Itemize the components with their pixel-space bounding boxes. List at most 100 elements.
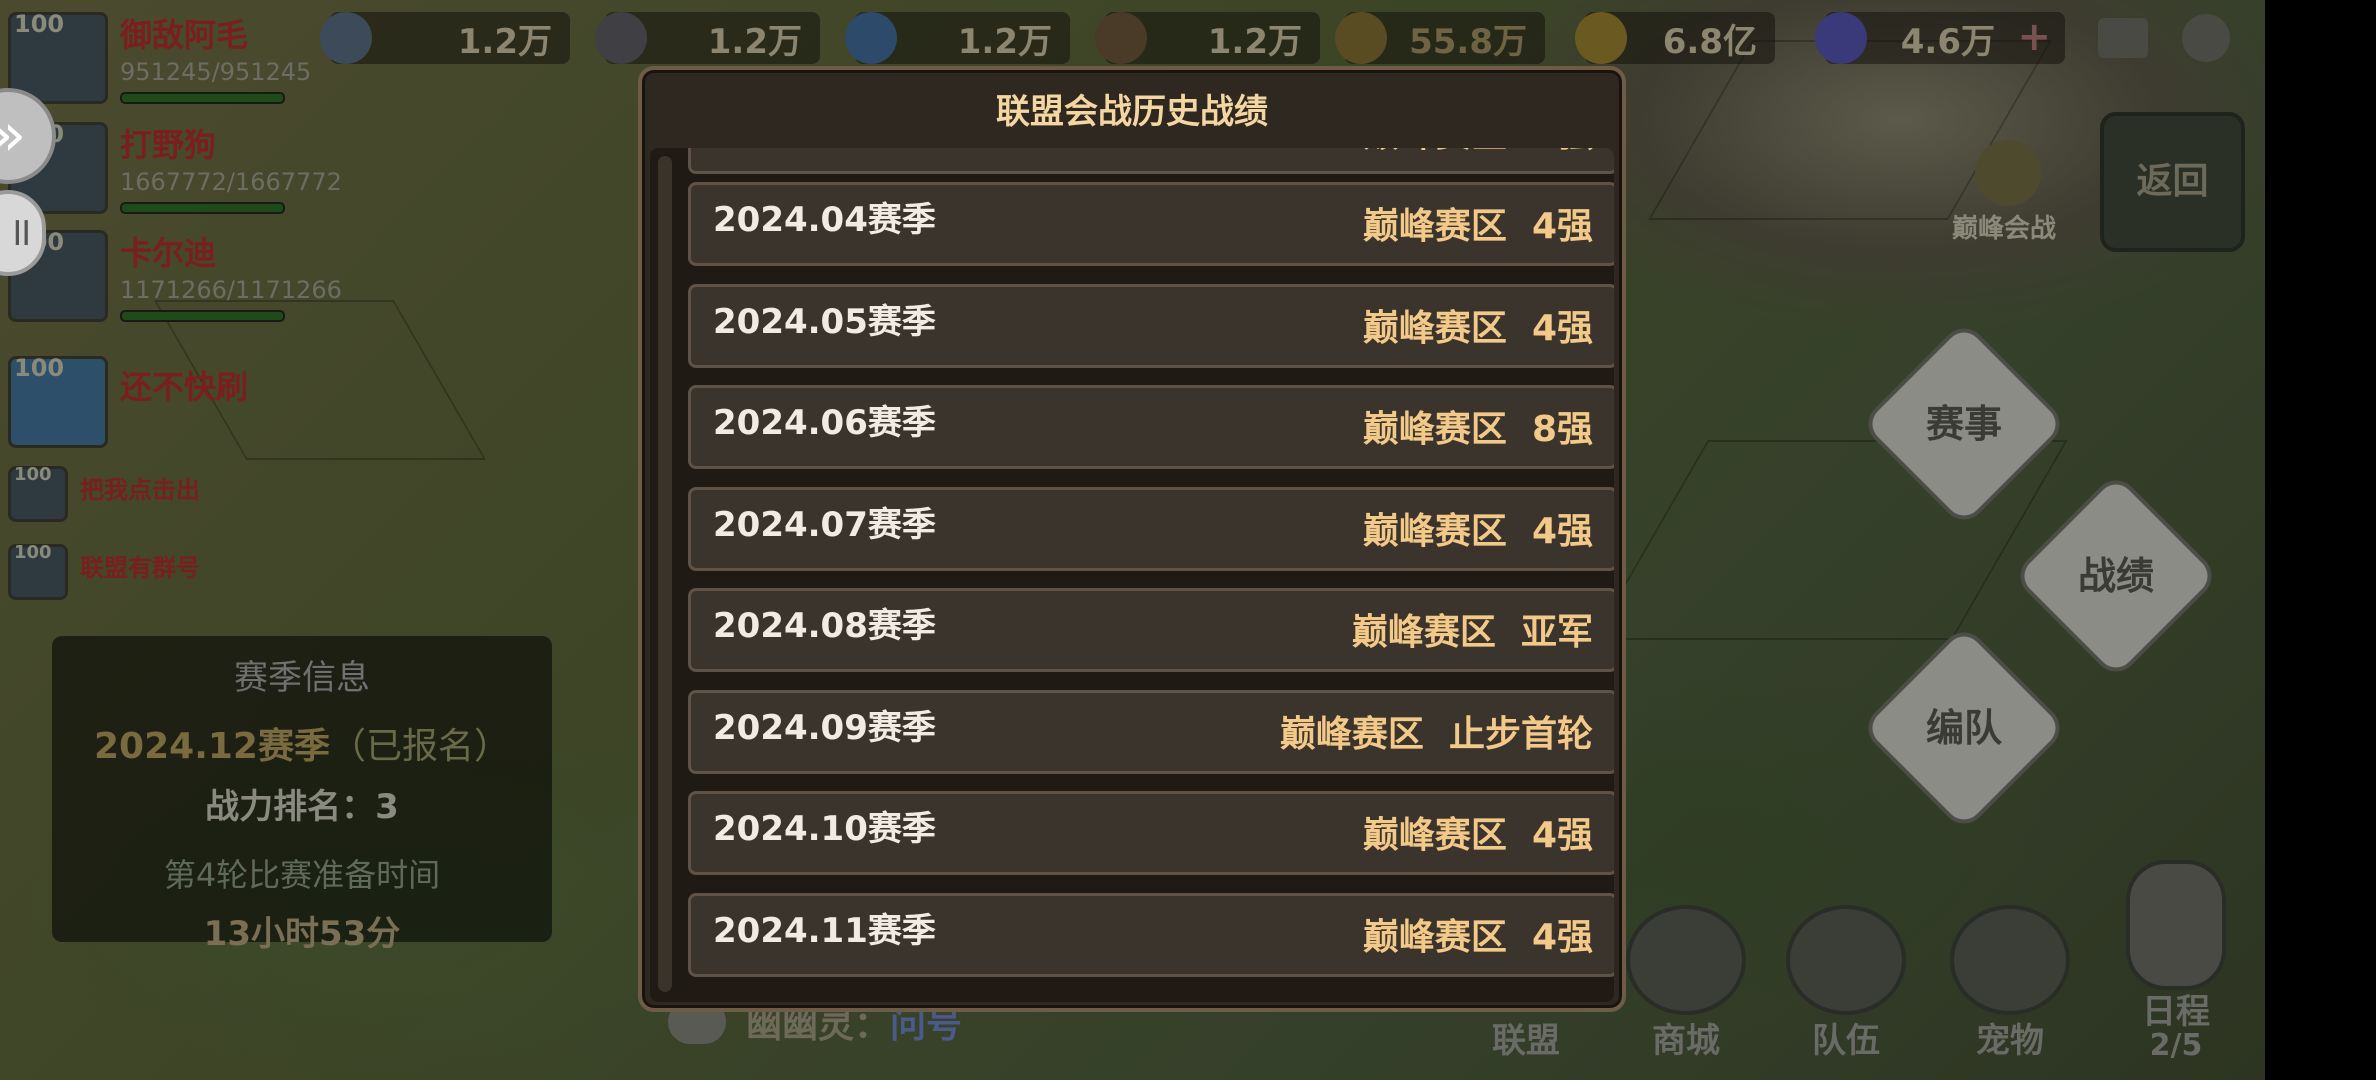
character-icon <box>2126 860 2226 990</box>
season-label: 2024.04赛季 <box>713 200 936 240</box>
resource-value: 55.8万 <box>1409 21 1527 62</box>
placement-label: 8强 <box>1531 409 1593 450</box>
hero-name: 把我点击出 <box>80 476 200 504</box>
hero-slot[interactable]: 100 卡尔迪 1171266/1171266 <box>0 226 342 326</box>
resource-value: 4.6万 <box>1900 21 1995 62</box>
gold-coin-icon <box>1575 12 1627 64</box>
history-list-container[interactable]: 巅峰赛区 4强 2024.04赛季巅峰赛区 4强2024.05赛季巅峰赛区 4强… <box>650 148 1614 1002</box>
hero-name: 联盟有群号 <box>80 554 200 582</box>
nav-pet[interactable]: 宠物 <box>1940 905 2080 1061</box>
result-text: 巅峰赛区 止步首轮 <box>1280 693 1593 777</box>
resource-value: 1.2万 <box>1207 21 1302 62</box>
season-label: 2024.11赛季 <box>713 910 936 951</box>
hero-level: 100 <box>14 10 65 38</box>
resource-crystal[interactable]: 1.2万 <box>845 12 1070 64</box>
nav-label: 日程 <box>2142 992 2210 1032</box>
nav-label: 队伍 <box>1812 1021 1880 1061</box>
add-diamond-icon[interactable]: + <box>2017 14 2051 60</box>
result-text: 巅峰赛区 4强 <box>1363 896 1593 980</box>
division-label: 巅峰赛区 <box>1362 206 1507 247</box>
cart-icon <box>1626 905 1746 1015</box>
nav-shop[interactable]: 商城 <box>1616 905 1756 1061</box>
season-label: 2024.12赛季 <box>94 726 330 767</box>
result-text: 巅峰赛区 4强 <box>1363 287 1593 371</box>
hero-hp: 951245/951245 <box>120 58 312 86</box>
season-label: 2024.05赛季 <box>713 301 936 342</box>
placement-label: 止步首轮 <box>1448 713 1593 755</box>
nav-schedule[interactable]: 日程 2/5 <box>2106 860 2246 1063</box>
schedule-progress: 2/5 <box>2149 1028 2203 1063</box>
season-label: 2024.10赛季 <box>713 809 936 849</box>
screen-edge <box>2265 0 2376 1080</box>
list-item: 2024.05赛季 巅峰赛区 4强 <box>688 283 1614 371</box>
list-item: 2024.07赛季 巅峰赛区 4强 <box>688 486 1614 574</box>
list-item: 巅峰赛区 4强 <box>688 148 1614 174</box>
wood-icon <box>1095 12 1147 64</box>
placement-label: 4强 <box>1531 206 1593 247</box>
peak-battle-label: 巅峰会战 <box>1952 214 2057 244</box>
division-label: 巅峰赛区 <box>1279 713 1424 755</box>
hero-slot[interactable]: 100 联盟有群号 <box>0 540 330 640</box>
formation-button[interactable]: 编队 <box>1864 628 2064 828</box>
hero-slot[interactable]: 100 御敌阿毛 951245/951245 <box>0 8 330 108</box>
result-text: 巅峰赛区 亚军 <box>1352 591 1593 675</box>
hero-slot[interactable]: 100 还不快刷 <box>0 352 330 452</box>
list-item: 2024.06赛季 巅峰赛区 8强 <box>688 385 1614 469</box>
paw-icon <box>1950 905 2070 1015</box>
alliance-battle-history-modal: 联盟会战历史战绩 巅峰赛区 4强 2024.04赛季巅峰赛区 4强2024.05… <box>638 66 1626 1012</box>
hero-hp: 1667772/1667772 <box>120 168 342 196</box>
resource-stone[interactable]: 1.2万 <box>595 12 820 64</box>
mail-icon[interactable] <box>2098 18 2148 58</box>
result-text: 巅峰赛区 4强 <box>1363 185 1593 269</box>
division-label: 巅峰赛区 <box>1362 307 1507 349</box>
resource-gold[interactable]: 6.8亿 <box>1575 12 1775 64</box>
season-label: 2024.09赛季 <box>713 707 936 748</box>
placement-label: 亚军 <box>1520 612 1593 653</box>
season-info-card: 赛季信息 2024.12赛季（已报名） 战力排名：3 第4轮比赛准备时间 13小… <box>52 636 552 954</box>
placement-label: 4强 <box>1531 510 1593 552</box>
scrollbar[interactable] <box>658 156 672 992</box>
division-label: 巅峰赛区 <box>1362 510 1507 552</box>
back-button[interactable]: 返回 <box>2100 112 2245 252</box>
season-label: 2024.06赛季 <box>713 403 936 443</box>
placement-label: 4强 <box>1531 307 1593 349</box>
hero-hp: 1171266/1171266 <box>120 276 342 304</box>
list-item: 2024.09赛季 巅峰赛区 止步首轮 <box>688 689 1614 777</box>
result-text: 巅峰赛区 8强 <box>1363 388 1593 472</box>
signup-status: （已报名） <box>329 726 510 767</box>
settings-icon[interactable] <box>2182 14 2230 62</box>
hero-hp-bar <box>120 202 285 214</box>
round-prep-label: 第4轮比赛准备时间 <box>163 856 441 894</box>
resource-ore[interactable]: 1.2万 <box>320 12 570 64</box>
nav-label: 宠物 <box>1976 1021 2044 1061</box>
power-rank: 战力排名：3 <box>205 787 399 827</box>
resource-value: 6.8亿 <box>1662 21 1757 62</box>
nav-team[interactable]: 队伍 <box>1776 905 1916 1061</box>
helmet-icon <box>1786 905 1906 1015</box>
formation-label: 编队 <box>1925 706 2002 750</box>
resource-wheat[interactable]: 55.8万 <box>1335 12 1545 64</box>
resource-diamond[interactable]: 4.6万 + <box>1815 12 2065 64</box>
placement-label: 4强 <box>1531 916 1593 958</box>
list-item: 2024.08赛季 巅峰赛区 亚军 <box>688 588 1614 672</box>
division-label: 巅峰赛区 <box>1362 916 1507 958</box>
season-name: 2024.12赛季（已报名） <box>52 717 552 769</box>
hero-level: 100 <box>14 542 52 563</box>
division-label: 巅峰赛区 <box>1362 815 1507 856</box>
hero-level: 100 <box>14 354 65 382</box>
season-label: 2024.07赛季 <box>713 504 936 545</box>
hero-name: 打野狗 <box>120 126 217 164</box>
hero-name: 卡尔迪 <box>120 234 217 272</box>
resource-wood[interactable]: 1.2万 <box>1095 12 1320 64</box>
resource-value: 1.2万 <box>957 21 1052 62</box>
result-text: 巅峰赛区 4强 <box>1363 490 1593 574</box>
list-item: 2024.11赛季 巅峰赛区 4强 <box>688 892 1614 980</box>
hero-name: 还不快刷 <box>120 368 249 406</box>
crystal-icon <box>845 12 897 64</box>
countdown-timer: 13小时53分 <box>203 914 401 954</box>
placement-label: 4强 <box>1531 815 1593 856</box>
season-label: 2024.08赛季 <box>713 606 936 646</box>
result-text: 巅峰赛区 4强 <box>1363 794 1593 878</box>
resource-value: 1.2万 <box>457 21 552 62</box>
diamond-icon <box>1815 12 1867 64</box>
